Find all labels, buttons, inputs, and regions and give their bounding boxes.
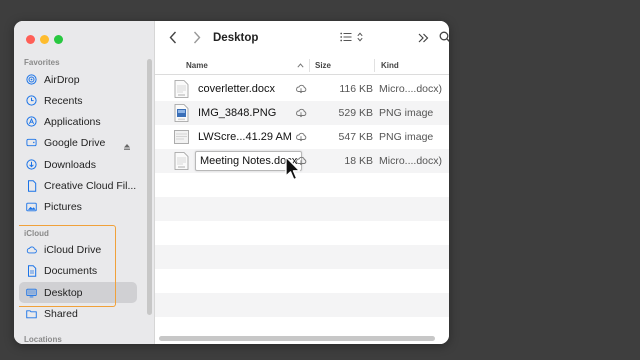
sidebar-item-applications[interactable]: Applications — [19, 111, 137, 132]
sidebar-item-label: Recents — [44, 94, 83, 107]
sidebar-item-label: Applications — [44, 115, 101, 128]
window-title: Desktop — [213, 32, 259, 44]
locations-header: Locations — [24, 335, 62, 344]
finder-window: Favorites AirDrop Recents Applications G… — [14, 21, 449, 344]
drive-icon — [26, 137, 37, 148]
chevron-left-icon — [169, 31, 177, 44]
file-kind: PNG image — [379, 131, 434, 143]
horizontal-scrollbar[interactable] — [159, 336, 435, 341]
sort-ascending-icon[interactable] — [297, 63, 304, 68]
sidebar-scrollbar[interactable] — [147, 59, 152, 315]
file-size: 116 KB — [339, 83, 373, 95]
selection-highlight-box — [19, 225, 116, 307]
file-row-editing[interactable]: Meeting Notes.docx 18 KB Micro....docx) — [155, 149, 449, 173]
sidebar: Favorites AirDrop Recents Applications G… — [14, 21, 155, 344]
minimize-window-button[interactable] — [40, 35, 49, 44]
file-icon — [26, 179, 37, 192]
column-header-name[interactable]: Name — [186, 61, 208, 70]
file-kind: Micro....docx) — [379, 155, 443, 167]
column-separator[interactable] — [309, 59, 310, 72]
search-button[interactable] — [439, 31, 449, 43]
sidebar-item-label: Google Drive — [44, 136, 106, 149]
photo-icon — [26, 201, 37, 212]
file-browser: Desktop Name Size Kind coverletter.docx — [155, 21, 449, 344]
back-button[interactable] — [169, 31, 177, 44]
cloud-download-icon[interactable] — [295, 84, 307, 94]
screenshot-file-icon — [174, 130, 189, 144]
file-name: coverletter.docx — [198, 83, 276, 95]
empty-row — [155, 197, 449, 221]
column-header-kind[interactable]: Kind — [381, 61, 399, 70]
cloud-download-icon[interactable] — [295, 108, 307, 118]
sidebar-item-label: Creative Cloud Fil... — [44, 179, 137, 192]
cloud-download-icon[interactable] — [295, 132, 307, 142]
file-kind: PNG image — [379, 107, 434, 119]
file-size: 529 KB — [338, 107, 373, 119]
view-options-button[interactable] — [340, 32, 363, 42]
sidebar-item-label: Downloads — [44, 158, 96, 171]
file-row[interactable]: coverletter.docx 116 KB Micro....docx) — [155, 77, 449, 101]
close-window-button[interactable] — [26, 35, 35, 44]
docx-file-icon — [174, 80, 189, 98]
chevron-right-icon — [193, 31, 201, 44]
toolbar: Desktop — [155, 21, 449, 57]
column-separator[interactable] — [374, 59, 375, 72]
file-name: LWScre...41.29 AM — [198, 131, 292, 143]
file-name: IMG_3848.PNG — [198, 107, 277, 119]
more-toolbar-button[interactable] — [418, 33, 429, 43]
double-chevron-right-icon — [418, 33, 429, 43]
docx-file-icon — [174, 152, 189, 170]
file-size: 547 KB — [338, 131, 373, 143]
sidebar-item-downloads[interactable]: Downloads — [19, 154, 137, 175]
empty-row — [155, 245, 449, 269]
zoom-window-button[interactable] — [54, 35, 63, 44]
sidebar-item-label: Shared — [44, 307, 78, 320]
sidebar-item-pictures[interactable]: Pictures — [19, 196, 137, 217]
file-row[interactable]: IMG_3848.PNG 529 KB PNG image — [155, 101, 449, 125]
column-header-size[interactable]: Size — [315, 61, 331, 70]
applications-icon — [26, 116, 37, 127]
column-header: Name Size Kind — [155, 57, 449, 75]
mouse-pointer-icon — [285, 156, 301, 181]
clock-icon — [26, 95, 37, 106]
airdrop-icon — [26, 74, 37, 85]
sidebar-item-label: Pictures — [44, 200, 82, 213]
list-view-icon — [340, 32, 352, 42]
sidebar-item-airdrop[interactable]: AirDrop — [19, 69, 137, 90]
download-icon — [26, 159, 37, 170]
empty-row — [155, 293, 449, 317]
sidebar-item-recents[interactable]: Recents — [19, 90, 137, 111]
search-icon — [439, 31, 449, 42]
chevron-updown-icon — [357, 32, 363, 42]
favorites-header: Favorites — [24, 58, 60, 67]
sidebar-item-google-drive[interactable]: Google Drive — [19, 132, 137, 153]
sidebar-item-creative-cloud-files[interactable]: Creative Cloud Fil... — [19, 175, 137, 196]
sidebar-item-label: AirDrop — [44, 73, 80, 86]
png-file-icon — [174, 104, 189, 122]
file-row[interactable]: LWScre...41.29 AM 547 KB PNG image — [155, 125, 449, 149]
file-size: 18 KB — [344, 155, 373, 167]
forward-button[interactable] — [193, 31, 201, 44]
rename-field-value[interactable]: Meeting Notes.docx — [200, 155, 297, 167]
shared-folder-icon — [26, 308, 37, 319]
file-kind: Micro....docx) — [379, 83, 443, 95]
